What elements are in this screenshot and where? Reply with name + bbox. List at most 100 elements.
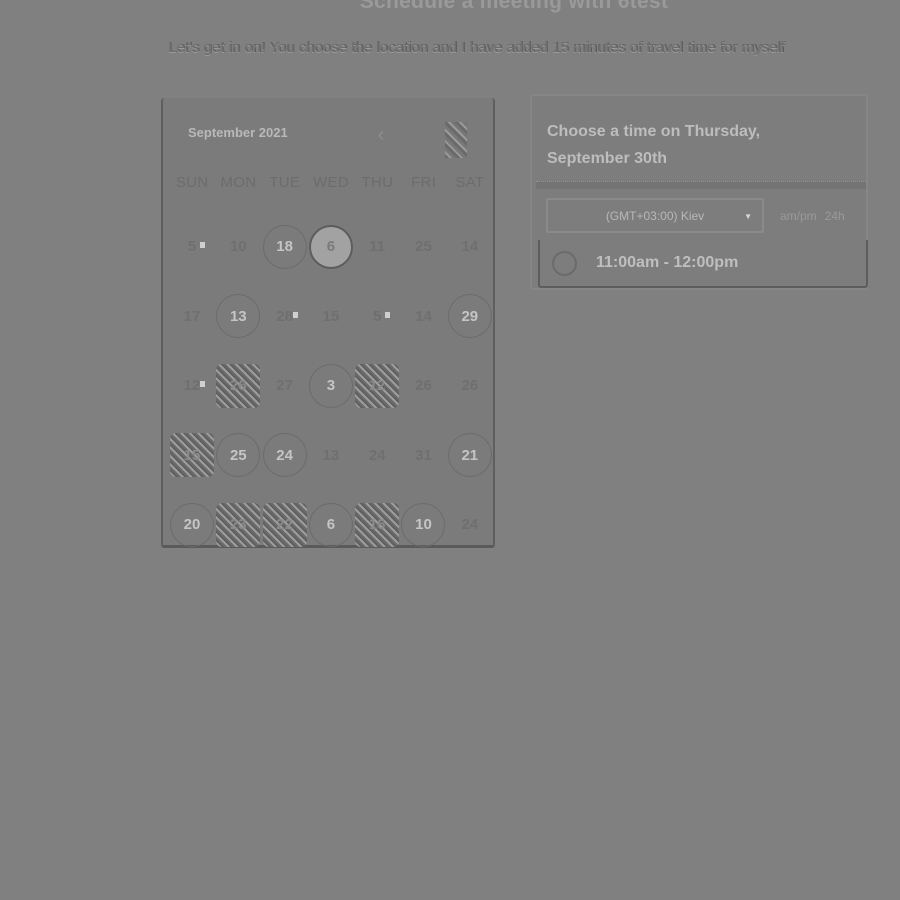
calendar-day[interactable]: 16 xyxy=(354,490,400,559)
calendar-day[interactable]: 29 xyxy=(447,282,493,351)
calendar-day-number: 20 xyxy=(170,502,214,547)
calendar-day[interactable]: 20 xyxy=(169,490,215,559)
calendar-day[interactable]: 18 xyxy=(262,212,308,281)
calendar-day: 10 xyxy=(215,212,261,281)
weekday-label: WED xyxy=(313,174,349,191)
calendar-day[interactable]: 21 xyxy=(447,421,493,490)
calendar-day-number: 13 xyxy=(322,446,340,464)
calendar-day: 25 xyxy=(400,212,446,281)
calendar-day[interactable]: 26 xyxy=(215,351,261,420)
calendar-day: 11 xyxy=(354,212,400,281)
calendar-day-grid: 5 10 18 6 11 25 14 17 13 28 15 5 14 29 12 26 27 3 12 26 26 15… xyxy=(169,212,495,560)
page-subtitle: Let's get in on! You choose the location… xyxy=(168,39,785,56)
page-title: Schedule a meeting with 6test xyxy=(359,0,669,13)
calendar-day-number: 15 xyxy=(170,433,214,477)
calendar-day-number: 28 xyxy=(276,307,293,325)
calendar-day-number: 24 xyxy=(368,446,386,464)
calendar-day-number: 18 xyxy=(262,224,307,269)
calendar-day-number: 26 xyxy=(461,377,479,394)
calendar-day-selected[interactable]: 6 xyxy=(308,212,354,281)
calendar-day[interactable]: 10 xyxy=(400,490,446,559)
calendar-day[interactable]: 15 xyxy=(169,421,215,490)
format-ampm-option[interactable]: am/pm xyxy=(780,209,817,223)
calendar-day-number: 5 xyxy=(373,307,382,325)
calendar-day-number: 10 xyxy=(229,238,247,255)
calendar-day: 14 xyxy=(447,212,493,281)
calendar-day-number: 24 xyxy=(461,516,479,533)
calendar-day[interactable]: 22 xyxy=(262,490,308,559)
calendar-day: 5 xyxy=(354,282,400,351)
calendar-day[interactable]: 24 xyxy=(262,421,308,490)
calendar-day-number: 29 xyxy=(447,294,492,338)
calendar-day-number: 6 xyxy=(308,502,353,547)
divider xyxy=(536,181,866,189)
calendar-day-number: 22 xyxy=(262,502,307,547)
calendar-day-number: 12 xyxy=(355,363,400,408)
calendar-day: 24 xyxy=(447,490,493,559)
caret-down-icon: ▼ xyxy=(744,212,752,221)
calendar-day: 27 xyxy=(262,351,308,420)
weekday-label: THU xyxy=(361,174,394,191)
timezone-select[interactable]: (GMT+03:00) Kiev ▼ xyxy=(546,198,764,233)
time-selection-panel: Choose a time on Thursday, September 30t… xyxy=(530,94,868,290)
calendar-day-number: 26 xyxy=(415,377,432,394)
time-panel-heading: Choose a time on Thursday, September 30t… xyxy=(547,123,761,167)
calendar-day[interactable]: 25 xyxy=(215,421,261,490)
calendar-day-number: 16 xyxy=(355,502,400,547)
calendar-day-number: 25 xyxy=(216,433,261,477)
calendar-day[interactable]: 13 xyxy=(215,282,261,351)
calendar-day: 24 xyxy=(354,421,400,490)
calendar-day-number: 31 xyxy=(415,446,432,464)
calendar-day: 13 xyxy=(308,421,354,490)
event-marker xyxy=(200,242,205,248)
format-24h-option[interactable]: 24h xyxy=(825,209,845,223)
calendar-day-number: 12 xyxy=(183,377,201,394)
calendar-day-number: 23 xyxy=(216,502,261,547)
scheduling-page: Schedule a meeting with 6test Let's get … xyxy=(0,0,900,900)
calendar-day[interactable]: 3 xyxy=(308,351,354,420)
time-slot-label: 11:00am - 12:00pm xyxy=(596,254,739,271)
calendar-day-number: 24 xyxy=(262,433,307,477)
calendar-month-label: September 2021 xyxy=(188,125,288,140)
calendar-day-number: 10 xyxy=(401,502,446,547)
weekday-label: MON xyxy=(220,174,257,191)
time-slot[interactable]: 11:00am - 12:00pm xyxy=(538,240,868,288)
time-format-toggle: am/pm 24h xyxy=(780,209,845,223)
calendar-weekday-header: SUN MON TUE WED THU FRI SAT xyxy=(169,174,495,191)
calendar-day: 15 xyxy=(308,282,354,351)
calendar-day: 5 xyxy=(169,212,215,281)
calendar-day-number: 21 xyxy=(447,433,492,477)
calendar-day-number: 3 xyxy=(308,363,353,408)
calendar-day: 26 xyxy=(447,351,493,420)
calendar-day-number: 17 xyxy=(183,307,201,325)
chevron-left-icon[interactable]: ‹ xyxy=(370,124,392,146)
event-marker xyxy=(385,311,391,318)
calendar-day[interactable]: 12 xyxy=(354,351,400,420)
calendar-day-number: 11 xyxy=(369,238,386,255)
calendar-day: 12 xyxy=(169,351,215,420)
calendar-day-number: 14 xyxy=(415,307,432,325)
weekday-label: SUN xyxy=(175,174,209,191)
calendar-day: 31 xyxy=(400,421,446,490)
calendar-day-number: 25 xyxy=(415,238,432,255)
weekday-label: FRI xyxy=(411,174,437,191)
calendar-day: 14 xyxy=(400,282,446,351)
calendar-day-number: 27 xyxy=(276,377,293,394)
time-slot-radio[interactable] xyxy=(552,250,577,276)
calendar-day[interactable]: 23 xyxy=(215,490,261,559)
calendar-day-number: 6 xyxy=(308,224,353,269)
calendar-day: 17 xyxy=(169,282,215,351)
timezone-value: (GMT+03:00) Kiev xyxy=(605,208,705,223)
calendar-day-number: 13 xyxy=(216,294,261,338)
calendar-day: 26 xyxy=(400,351,446,420)
weekday-label: TUE xyxy=(269,174,301,191)
calendar-day-number: 14 xyxy=(461,238,479,255)
calendar-day[interactable]: 6 xyxy=(308,490,354,559)
calendar-day-number: 26 xyxy=(216,363,261,408)
calendar-day: 28 xyxy=(262,282,308,351)
calendar-day-number: 5 xyxy=(187,238,197,255)
chevron-right-icon[interactable] xyxy=(445,122,467,158)
calendar-day-number: 15 xyxy=(322,307,340,325)
calendar-panel: September 2021 ‹ SUN MON TUE WED THU FRI SAT 5… xyxy=(161,98,495,548)
event-marker xyxy=(200,381,205,387)
